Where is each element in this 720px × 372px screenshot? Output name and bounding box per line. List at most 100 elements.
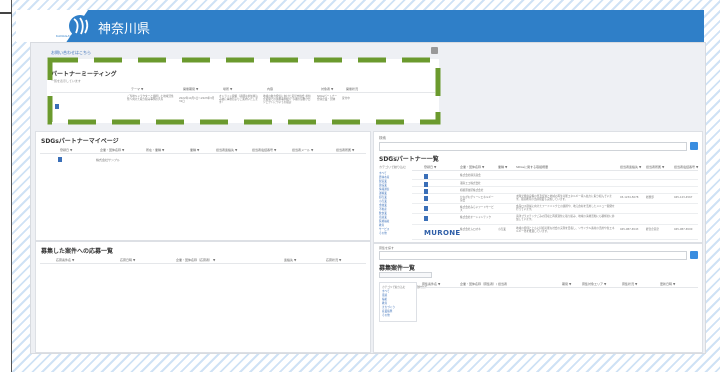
meeting-place: オンライン開催（詳細は参加申込み後に事務局よりご案内いたします） (219, 95, 258, 105)
col-r-area[interactable]: 募集対象エリア ▼ (582, 282, 606, 286)
recruit-table-header: 募集案件名 ▼ 企業・団体名称（募集者）/ 担当者 期間 ▼ 募集対象エリア ▼… (420, 280, 698, 288)
meeting-table-header: テーマ ▼ 開催期間 ▼ 場所 ▼ 内容 対象者 ▼ 開催状況 (51, 85, 435, 93)
close-icon[interactable] (431, 47, 438, 54)
contact-link[interactable]: お問い合わせはこちら (51, 50, 91, 56)
recruit-list-title: 募集案件一覧 (379, 265, 416, 272)
partner-description: 食品ロス削減に向けたフードバンクとの連携や、地元食材を活用したメニュー開発を行っ… (516, 205, 615, 212)
partner-row[interactable]: 相模原技研株式会社 (412, 187, 698, 194)
partner-table-header: 登録日 ▼ 企業・団体名称 ▼ 業種 ▼ SDGsに関する取組概要 担当者連絡先… (412, 163, 698, 171)
col-p-name[interactable]: 企業・団体名称 ▼ (460, 165, 484, 169)
col-place[interactable]: 場所 ▼ (223, 87, 232, 91)
recruit-filter-box: カテゴリで絞り込む すべて 環境 福祉 教育 まちづくり 産業振興 その他 (379, 282, 417, 322)
col-period[interactable]: 開催期間 ▼ (183, 87, 198, 91)
partner-name[interactable]: かながわグリーンエネルギー協会 (460, 196, 496, 202)
category-item[interactable]: その他 (382, 314, 395, 318)
col-dept[interactable]: 担当者所属 ▼ (336, 148, 354, 152)
meeting-target: SDGsパートナー登録企業・団体 (317, 95, 337, 102)
partner-name[interactable]: 湘南エコ株式会社 (460, 182, 496, 185)
col-p-phone[interactable]: 担当者電話番号 ▼ (674, 165, 698, 169)
site-title[interactable]: 神奈川県 (98, 18, 150, 37)
partner-description: 太陽光発電設備の普及促進と地域の再生可能エネルギー導入拡大に取り組んでいます。環… (516, 195, 612, 202)
col-reg-date[interactable]: 登録日 ▼ (60, 148, 72, 152)
col-status: 開催状況 (346, 87, 359, 91)
partner-row[interactable]: 株式会社みらいフードサービス 食品ロス削減に向けたフードバンクとの連携や、地元食材… (412, 204, 698, 214)
document-icon[interactable] (55, 104, 59, 109)
col-app-date[interactable]: 応募日時 ▼ (120, 258, 135, 262)
col-r-period[interactable]: 期間 ▼ (562, 282, 571, 286)
meeting-content: 地域の魅力発信に向けた意見交換会 参加企業間での連携事例紹介 今後の協働プロジェ… (263, 95, 311, 105)
partner-row[interactable]: MURONE 株式会社ムロオネ 小売業 地域の皆様とともに持続可能な社会の実現を目指し… (412, 226, 698, 240)
partner-list-title: SDGsパートナー一覧 (379, 156, 439, 163)
applications-title: 募集した案件への応募一覧 (41, 248, 114, 255)
meeting-title: パートナーミーティング (51, 71, 117, 78)
col-r-status[interactable]: 募集状況 ▼ (622, 282, 637, 286)
partner-name[interactable]: 株式会社オーシャンテック (460, 216, 496, 219)
col-location[interactable]: 所在・業種 ▼ (146, 148, 164, 152)
partner-name[interactable]: 株式会社横浜商会 (460, 174, 496, 177)
applications-table-header: 応募案件名 ▼ 応募日時 ▼ 企業・団体名称（応募者） ▼ 連絡先 ▼ 応募状況… (40, 256, 366, 264)
col-phone[interactable]: 担当者電話番号 ▼ (252, 148, 276, 152)
partner-contact-cell: 045-987-6500 (674, 228, 693, 231)
partner-filter-label: カテゴリで絞り込む (379, 165, 407, 169)
org-mark: KANAGAWA (56, 34, 75, 38)
recruit-category-list[interactable]: すべて 環境 福祉 教育 まちづくり 産業振興 その他 (382, 290, 395, 318)
col-r-name[interactable]: 募集案件名 ▼ (422, 282, 440, 286)
partner-contact-cell: 03-1234-5678 (620, 196, 639, 199)
partner-description: 地域の皆様とともに持続可能な社会の実現を目指し、リサイクル素材の活用や省エネルギ… (516, 227, 615, 234)
col-theme[interactable]: テーマ ▼ (131, 87, 143, 91)
col-p-contact[interactable]: 担当者連絡先 ▼ (620, 165, 641, 169)
col-mail[interactable]: 担当者メール ▼ (292, 148, 313, 152)
recruit-search-input[interactable] (379, 251, 687, 270)
partner-industry: 小売業 (498, 228, 506, 231)
partner-name[interactable]: 株式会社ムロオネ (460, 228, 496, 231)
document-icon[interactable] (58, 157, 62, 162)
col-p-dept[interactable]: 担当者所属 ▼ (646, 165, 664, 169)
col-p-industry[interactable]: 業種 ▼ (498, 165, 507, 169)
recruit-filter-label: カテゴリで絞り込む (382, 286, 406, 289)
sdgs-mypage-panel: SDGsパートナーマイページ 登録日 ▼ 企業・団体名称 ▼ 所在・業種 ▼ 業… (35, 131, 371, 241)
document-icon[interactable] (424, 206, 428, 211)
col-target[interactable]: 対象者 ▼ (321, 87, 333, 91)
search-label: 検索 (379, 136, 386, 140)
col-p-desc: SDGsに関する取組概要 (516, 165, 549, 169)
applications-panel: 募集した案件への応募一覧 応募案件名 ▼ 応募日時 ▼ 企業・団体名称（応募者）… (35, 241, 371, 353)
col-app-contact[interactable]: 連絡先 ▼ (284, 258, 296, 262)
partner-meeting-panel: パートナーミーティング 一覧を表示しています テーマ ▼ 開催期間 ▼ 場所 ▼… (47, 59, 439, 123)
search-icon[interactable] (690, 251, 698, 259)
col-contact[interactable]: 担当者連絡先 ▼ (216, 148, 237, 152)
partner-name[interactable]: 相模原技研株式会社 (460, 189, 496, 192)
partner-row[interactable]: 株式会社横浜商会 (412, 172, 698, 180)
col-industry[interactable]: 業種 ▼ (190, 148, 199, 152)
mypage-row-name[interactable]: 株式会社サンプル (96, 158, 120, 162)
meeting-sub: 一覧を表示しています (51, 79, 81, 83)
col-p-date[interactable]: 登録日 ▼ (424, 165, 436, 169)
partner-name[interactable]: 株式会社みらいフードサービス (460, 206, 496, 212)
rail-tick (0, 12, 12, 14)
mypage-title: SDGsパートナーマイページ (41, 138, 119, 145)
partner-contact-cell: 総務部 (646, 196, 654, 199)
company-logo: MURONE (424, 229, 461, 237)
document-icon[interactable] (424, 196, 428, 201)
main-content: お問い合わせはこちら パートナーミーティング 一覧を表示しています テーマ ▼ … (30, 42, 706, 354)
category-item[interactable]: その他 (379, 232, 389, 236)
partner-description: 海洋プラスチックごみの回収と再資源化に取り組み、地域の清掃活動にも積極的に参加し… (516, 215, 615, 222)
document-icon[interactable] (424, 174, 428, 179)
recruit-register-button[interactable]: 募集案件を登録する（企業・団体向け） (379, 272, 432, 289)
left-rail (0, 0, 12, 372)
col-app-name[interactable]: 応募案件名 ▼ (56, 258, 74, 262)
partner-row[interactable]: 湘南エコ株式会社 (412, 180, 698, 187)
col-app-org[interactable]: 企業・団体名称（応募者） ▼ (176, 258, 215, 262)
recruit-panel: 募集を探す 募集案件一覧 募集案件を登録する（企業・団体向け） カテゴリで絞り込… (373, 243, 703, 353)
partner-contact-cell: 経営企画室 (646, 228, 659, 231)
partner-search-input[interactable] (379, 142, 687, 161)
partner-row[interactable]: 株式会社オーシャンテック 海洋プラスチックごみの回収と再資源化に取り組み、地域の清… (412, 214, 698, 225)
col-app-status[interactable]: 応募状況 ▼ (326, 258, 341, 262)
partner-row[interactable]: かながわグリーンエネルギー協会 太陽光発電設備の普及促進と地域の再生可能エネルギー… (412, 194, 698, 204)
search-icon[interactable] (690, 142, 698, 150)
document-icon[interactable] (424, 216, 428, 221)
meeting-theme[interactable]: ご当地キャラクターと連携した地域活性化へ向けた取り組み事例の共有 (127, 95, 175, 101)
recruit-search-field[interactable] (380, 262, 686, 270)
col-r-updated[interactable]: 更新日時 ▼ (660, 282, 675, 286)
col-org-name[interactable]: 企業・団体名称 ▼ (100, 148, 124, 152)
partner-category-list[interactable]: すべて 農林水産 製造業 建設業 情報通信 運輸業 卸売業 小売業 金融業 不動産 飲食業 宿泊業 医療… (379, 172, 389, 236)
